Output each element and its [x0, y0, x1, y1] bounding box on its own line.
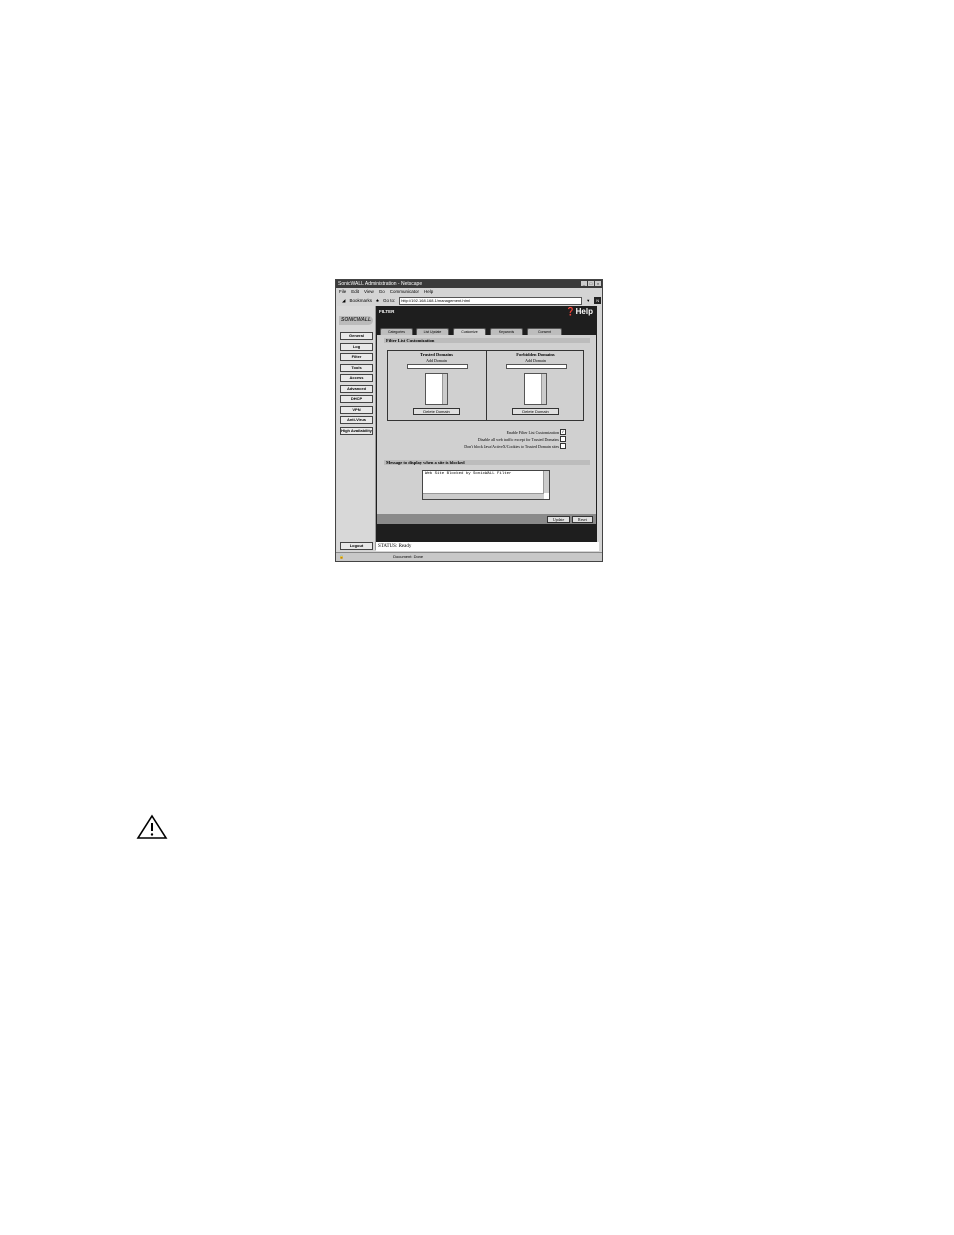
menu-bar: File Edit View Go Communicator Help: [336, 288, 602, 296]
delete-trusted-domain-button[interactable]: Delete Domain: [413, 408, 460, 415]
menu-file[interactable]: File: [339, 288, 346, 296]
forbidden-list-scrollbar[interactable]: [541, 374, 546, 404]
trusted-list-scrollbar[interactable]: [442, 374, 447, 404]
location-label: Go to:: [382, 298, 396, 303]
option-disable-traffic: Disable all web traffic except for Trust…: [478, 436, 566, 442]
browser-status-bar: 🔒 Document: Done: [336, 552, 602, 561]
location-toolbar: ◢ Bookmarks ♣ Go to: http://192.168.168.…: [336, 296, 602, 305]
message-section-title: Message to display when a site is blocke…: [384, 460, 590, 465]
blocked-message-textarea[interactable]: Web Site Blocked by SonicWALL Filter: [422, 470, 550, 500]
option-label: Enable Filter List Customization: [506, 429, 559, 435]
sidebar-item-general[interactable]: General: [340, 332, 373, 340]
textarea-vertical-scrollbar[interactable]: [543, 471, 549, 493]
tab-list-update[interactable]: List Update: [416, 328, 449, 335]
enable-customization-checkbox[interactable]: ✓: [560, 429, 566, 435]
action-bar: Update Reset: [377, 514, 596, 524]
bookmark-icon[interactable]: ◢: [342, 296, 345, 305]
window-title: SonicWALL Administration - Netscape: [338, 281, 423, 287]
option-enable-customization: Enable Filter List Customization ✓: [507, 429, 566, 435]
forbidden-domain-list[interactable]: [524, 373, 547, 405]
sidebar: SONICWALL General Log Filter Tools Acces…: [337, 306, 376, 550]
section-title: Filter List Customization: [384, 338, 590, 343]
reset-button[interactable]: Reset: [572, 516, 593, 523]
url-input[interactable]: http://192.168.168.1/management.html: [399, 296, 583, 305]
update-button[interactable]: Update: [547, 516, 570, 523]
help-link[interactable]: ❓Help: [566, 307, 593, 316]
netscape-logo-icon: N: [594, 297, 602, 304]
forbidden-domain-input[interactable]: [506, 364, 567, 369]
trusted-domain-input[interactable]: [407, 364, 468, 369]
sidebar-item-dhcp[interactable]: DHCP: [340, 395, 373, 403]
delete-forbidden-domain-button[interactable]: Delete Domain: [512, 408, 559, 415]
dont-block-checkbox[interactable]: [560, 443, 566, 449]
tab-consent[interactable]: Consent: [527, 328, 562, 335]
option-label: Don't block Java/ActiveX/Cookies to Trus…: [464, 443, 559, 449]
tab-categories[interactable]: Categories: [380, 328, 413, 335]
tab-keywords[interactable]: Keywords: [490, 328, 523, 335]
maximize-icon[interactable]: □: [588, 281, 594, 286]
sidebar-item-high-availability[interactable]: High Availability: [340, 426, 373, 435]
minimize-icon[interactable]: _: [581, 281, 587, 286]
sidebar-item-access[interactable]: Access: [340, 374, 373, 382]
forbidden-domains: Forbidden Domains Add Domain Delete Doma…: [486, 351, 584, 420]
menu-view[interactable]: View: [364, 288, 374, 296]
sidebar-item-advanced[interactable]: Advanced: [340, 384, 373, 393]
domains-box: Trusted Domains Add Domain Delete Domain…: [387, 350, 584, 421]
sidebar-item-filter[interactable]: Filter: [340, 353, 373, 361]
trusted-add-label: Add Domain: [426, 358, 447, 363]
trusted-domains-title: Trusted Domains: [419, 352, 454, 357]
sidebar-item-log[interactable]: Log: [340, 342, 373, 351]
page-title: FILTER: [379, 309, 395, 314]
blocked-message-text: Web Site Blocked by SonicWALL Filter: [425, 472, 512, 476]
menu-edit[interactable]: Edit: [351, 288, 359, 296]
customize-panel: Filter List Customization Trusted Domain…: [377, 335, 596, 514]
location-icon: ♣: [375, 298, 379, 303]
sonicwall-logo: SONICWALL: [339, 316, 373, 325]
tab-customize[interactable]: Customize: [453, 328, 486, 335]
close-icon[interactable]: ×: [595, 281, 601, 286]
menu-go[interactable]: Go: [379, 288, 385, 296]
menu-communicator[interactable]: Communicator: [390, 288, 419, 296]
url-dropdown-icon[interactable]: ▼: [586, 296, 590, 305]
forbidden-add-label: Add Domain: [525, 358, 546, 363]
browser-window: SonicWALL Administration - Netscape _ □ …: [335, 279, 603, 562]
disable-traffic-checkbox[interactable]: [560, 436, 566, 442]
title-bar: SonicWALL Administration - Netscape _ □ …: [336, 280, 602, 288]
help-label: Help: [575, 307, 593, 316]
warning-icon: [136, 814, 168, 839]
trusted-domains: Trusted Domains Add Domain Delete Domain: [388, 351, 485, 420]
sidebar-item-tools[interactable]: Tools: [340, 363, 373, 372]
option-dont-block: Don't block Java/ActiveX/Cookies to Trus…: [464, 443, 566, 449]
option-label: Disable all web traffic except for Trust…: [477, 436, 559, 442]
trusted-domain-list[interactable]: [425, 373, 448, 405]
forbidden-domains-title: Forbidden Domains: [516, 352, 555, 357]
status-text: STATUS: Ready: [376, 542, 599, 551]
logout-button[interactable]: Logout: [340, 542, 373, 550]
bookmarks-button[interactable]: Bookmarks: [349, 296, 372, 305]
sidebar-item-anti-virus[interactable]: Anti-Virus: [340, 416, 373, 424]
textarea-horizontal-scrollbar[interactable]: [423, 493, 544, 499]
menu-help[interactable]: Help: [424, 288, 433, 296]
sidebar-item-vpn[interactable]: VPN: [340, 405, 373, 414]
help-icon: ❓: [565, 307, 576, 316]
security-lock-icon[interactable]: 🔒: [339, 554, 344, 559]
main-content: FILTER ❓Help Categories List Update Cust…: [376, 306, 597, 550]
browser-status-text: Document: Done: [393, 554, 424, 559]
